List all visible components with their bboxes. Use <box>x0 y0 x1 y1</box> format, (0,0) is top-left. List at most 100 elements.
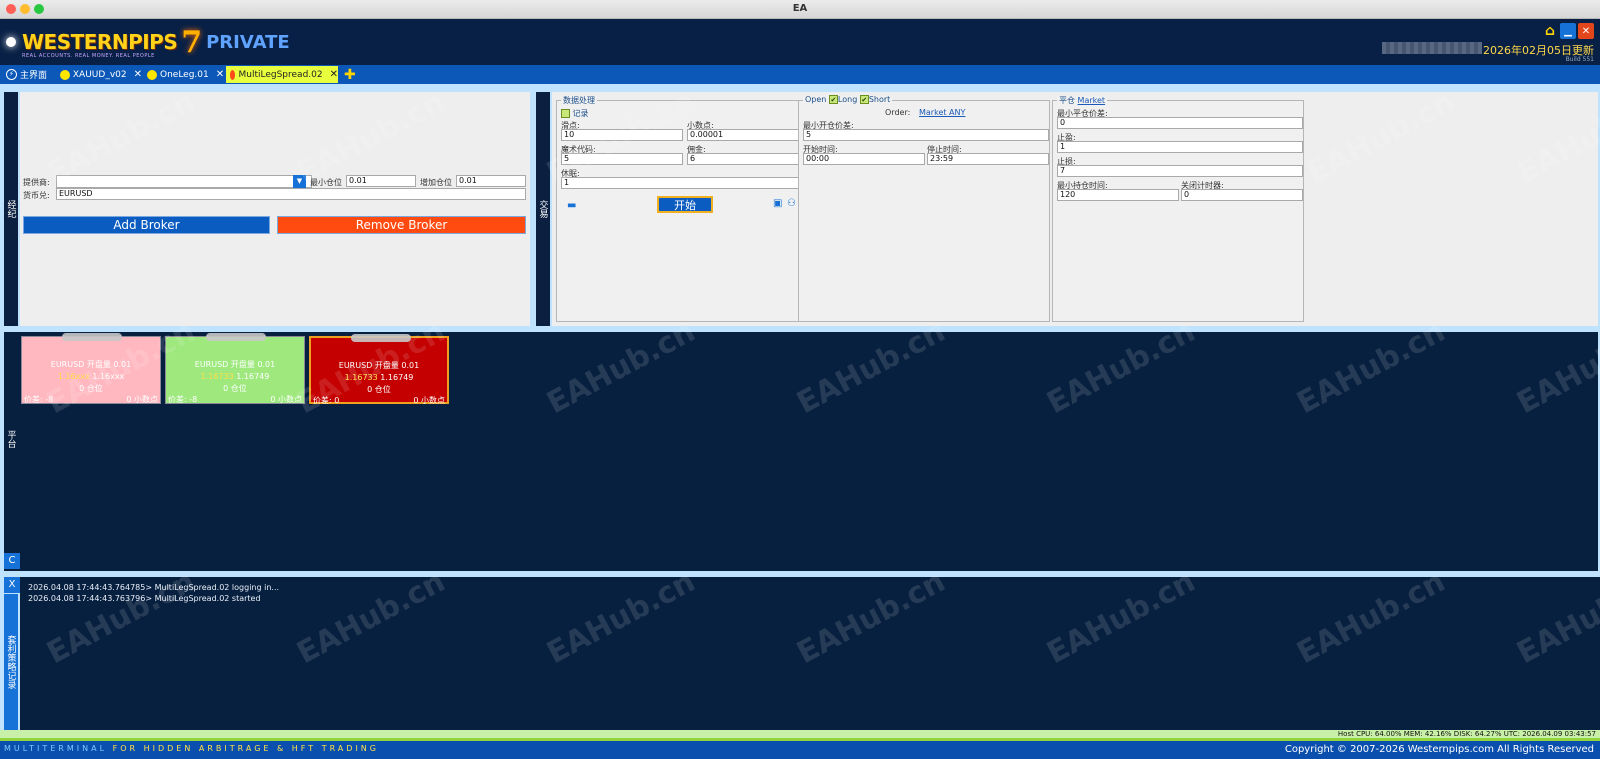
pair-label: 货币兑: <box>23 191 50 200</box>
logo-star-icon <box>6 37 16 47</box>
card-ask: 1.16749 <box>380 373 414 382</box>
card-footer: 价差: -8 0 小数点 <box>24 394 158 405</box>
short-checkbox-icon[interactable]: ✔ <box>859 95 869 104</box>
tab-xauud[interactable]: XAUUD_v02 ✕ <box>56 66 142 83</box>
log-close-button[interactable]: X <box>4 577 20 593</box>
close-tab-icon[interactable]: ✕ <box>330 69 338 80</box>
broker-name-blurred <box>62 333 122 341</box>
tab-label: XAUUD_v02 <box>72 69 127 80</box>
tab-label: OneLeg.01 <box>160 69 209 80</box>
min-close-input[interactable]: 0 <box>1057 117 1303 129</box>
card-symbol: EURUSD 开盘量 0.01 <box>338 361 420 370</box>
broker-name-blurred <box>206 333 266 341</box>
stop-time-input[interactable]: 23:59 <box>927 153 1049 165</box>
short-label: Short <box>868 95 891 104</box>
tab-label: MultiLegSpread.02 <box>238 69 323 80</box>
minimize-icon[interactable]: ▁ <box>1560 23 1576 39</box>
open-group: Open ✔ Long ✔ Short Order: Market ANY 最小开仓… <box>798 95 1050 322</box>
broker-name-blurred <box>351 334 411 342</box>
tab-bar: ⚡ 主界面 XAUUD_v02 ✕ OneLeg.01 ✕ MultiLegSp… <box>0 65 1600 84</box>
build-version: Build 551 <box>1565 56 1594 63</box>
users-icon[interactable]: ⚇ <box>787 198 796 209</box>
start-time-input[interactable]: 00:00 <box>803 153 925 165</box>
folder-icon[interactable]: ▬ <box>567 200 576 211</box>
provider-label: 提供商: <box>23 178 50 187</box>
card-prices: 1.16733 1.16749 <box>166 372 304 381</box>
save-icon[interactable]: ▣ <box>773 198 782 209</box>
card-position: 0 仓位 <box>223 384 247 393</box>
window-title: EA <box>792 3 808 14</box>
card-spread: 价差: -8 <box>24 395 54 404</box>
add-lot-label: 增加仓位 <box>420 178 452 187</box>
window-titlebar: EA <box>0 0 1600 19</box>
start-button[interactable]: 开始 <box>657 196 713 213</box>
home-icon[interactable]: ⌂ <box>1542 23 1558 39</box>
sl-input[interactable]: 7 <box>1057 165 1303 177</box>
platform-side-label: 平台 <box>4 332 18 546</box>
data-group-title: 数据处理 <box>561 95 597 106</box>
broker-side-label: 经纪 <box>4 92 18 326</box>
card-position: 0 仓位 <box>79 384 103 393</box>
long-label: Long <box>837 95 858 104</box>
pair-input[interactable]: EURUSD <box>56 188 526 200</box>
checkbox-icon <box>561 109 570 118</box>
tab-main[interactable]: ⚡ 主界面 <box>2 66 56 83</box>
log-line: 2026.04.08 17:44:43.763796> MultiLegSpre… <box>28 594 261 603</box>
card-spread: 价差: -8 <box>168 395 198 404</box>
broker-card-1[interactable]: EURUSD 开盘量 0.01 1.16xxx 1.16xxx 0 仓位 价差:… <box>21 333 161 405</box>
provider-select[interactable] <box>56 175 312 188</box>
close-timer-input[interactable]: 0 <box>1181 189 1303 201</box>
trade-workspace: 数据处理 记录 滑点: 10 小数点: 0.00001 魔术代码: 5 佣金: … <box>552 92 1598 326</box>
remove-broker-button[interactable]: Remove Broker <box>277 216 526 234</box>
card-bid: 1.16733 <box>344 373 378 382</box>
long-checkbox-icon[interactable]: ✔ <box>828 95 838 104</box>
tab-oneleg[interactable]: OneLeg.01 ✕ <box>143 66 227 83</box>
close-mode-link[interactable]: Market <box>1078 96 1106 105</box>
card-prices: 1.16xxx 1.16xxx <box>22 372 160 381</box>
card-ask: 1.16749 <box>236 372 270 381</box>
order-link[interactable]: Market ANY <box>919 108 965 117</box>
c-button[interactable]: C <box>4 553 20 569</box>
add-lot-input[interactable]: 0.01 <box>456 175 526 187</box>
close-tab-icon[interactable]: ✕ <box>216 69 224 80</box>
user-blurred <box>1382 42 1482 54</box>
footer-tagline-a: MULTITERMINAL <box>4 744 108 753</box>
chevron-down-icon[interactable]: ▼ <box>293 175 306 188</box>
min-hold-input[interactable]: 120 <box>1057 189 1179 201</box>
logo-private: PRIVATE <box>206 31 290 53</box>
log-check[interactable]: 记录 <box>561 108 589 119</box>
log-label: 记录 <box>572 109 589 118</box>
footer-tagline-b: FOR HIDDEN ARBITRAGE & HFT TRADING <box>112 744 379 753</box>
commission-input[interactable]: 6 <box>687 153 809 165</box>
status-dot-icon <box>60 69 70 80</box>
open-title: Open <box>805 95 827 104</box>
broker-card-3[interactable]: EURUSD 开盘量 0.01 1.16733 1.16749 0 仓位 价差:… <box>309 334 449 405</box>
copyright: Copyright © 2007-2026 Westernpips.com Al… <box>1284 744 1594 755</box>
close-group: 平仓 Market 最小平仓价差: 0 止盈: 1 止损: 7 最小持仓时间: … <box>1052 95 1304 322</box>
status-dot-icon <box>147 69 157 80</box>
status-dot-icon <box>230 69 236 80</box>
log-side-label: 套利策略记录 <box>4 594 18 730</box>
tab-label: 主界面 <box>20 71 48 81</box>
card-prices: 1.16733 1.16749 <box>311 373 447 382</box>
magic-input[interactable]: 5 <box>561 153 683 165</box>
logo-tagline: REAL ACCOUNTS. REAL MONEY. REAL PEOPLE <box>22 53 155 59</box>
tp-input[interactable]: 1 <box>1057 141 1303 153</box>
decimals-input[interactable]: 0.00001 <box>687 129 809 141</box>
slippage-input[interactable]: 10 <box>561 129 683 141</box>
min-lot-input[interactable]: 0.01 <box>346 175 416 187</box>
close-tab-icon[interactable]: ✕ <box>134 69 142 80</box>
card-footer: 价差: -8 0 小数点 <box>168 394 302 405</box>
broker-card-2[interactable]: EURUSD 开盘量 0.01 1.16733 1.16749 0 仓位 价差:… <box>165 333 305 405</box>
card-symbol: EURUSD 开盘量 0.01 <box>50 360 132 369</box>
rest-input[interactable]: 1 <box>561 177 809 189</box>
log-line: 2026.04.08 17:44:43.764785> MultiLegSpre… <box>28 583 280 592</box>
order-label: Order: <box>885 108 911 117</box>
min-open-input[interactable]: 5 <box>803 129 1049 141</box>
tab-multilegspread[interactable]: MultiLegSpread.02 ✕ <box>226 66 338 83</box>
add-broker-button[interactable]: Add Broker <box>23 216 270 234</box>
close-icon[interactable]: ✕ <box>1578 23 1594 39</box>
card-ask: 1.16xxx <box>92 372 125 381</box>
add-tab-icon[interactable]: ✚ <box>340 66 358 83</box>
logo-seven: 7 <box>181 24 203 60</box>
